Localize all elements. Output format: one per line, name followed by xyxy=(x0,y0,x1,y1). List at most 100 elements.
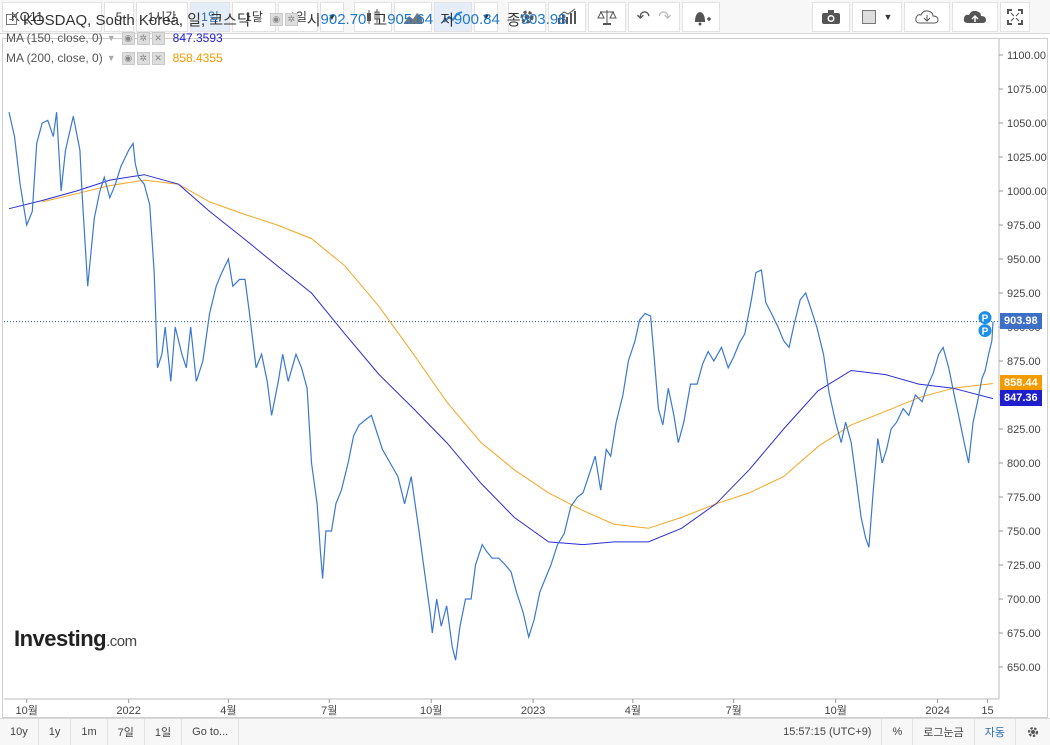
fullscreen-button[interactable] xyxy=(1000,1,1030,32)
camera-icon xyxy=(822,9,840,24)
markers: PP xyxy=(978,311,992,338)
y-tick-label: 1000.00 xyxy=(1007,186,1047,198)
scales-icon xyxy=(597,9,617,25)
y-tick-label: 725.00 xyxy=(1007,560,1041,572)
load-chart-button[interactable] xyxy=(904,1,950,32)
high-value: 905.64 xyxy=(387,11,434,28)
y-tick-label: 1050.00 xyxy=(1007,118,1047,130)
y-tick-label: 1075.00 xyxy=(1007,84,1047,96)
x-tick-label: 4월 xyxy=(625,704,641,717)
y-tick-label: 1100.00 xyxy=(1007,50,1046,62)
investing-logo: Investing.com xyxy=(14,626,137,652)
low-value: 900.84 xyxy=(453,11,500,28)
ma150-label: MA (150, close, 0) xyxy=(6,31,103,45)
fullscreen-icon xyxy=(1007,8,1023,25)
range-7d[interactable]: 7일 xyxy=(108,718,145,745)
x-tick-label: 15 xyxy=(981,705,993,717)
percent-toggle[interactable]: % xyxy=(882,718,914,745)
chevron-down-icon[interactable]: ▼ xyxy=(107,33,116,43)
gear-icon[interactable]: ✲ xyxy=(136,51,150,65)
x-tick-label: 2022 xyxy=(116,705,140,717)
price-axis: 650.00 675.00 700.00 725.00 750.00 775.00 800.… xyxy=(998,39,1047,699)
ma150-line xyxy=(8,174,994,546)
auto-scale-toggle[interactable]: 자동 xyxy=(975,718,1016,745)
collapse-icon[interactable] xyxy=(6,14,17,25)
close-value: 903.98 xyxy=(520,11,567,28)
log-scale-toggle[interactable]: 로그눈금 xyxy=(913,718,975,745)
undo-icon[interactable]: ↶ xyxy=(637,7,650,27)
clock: 15:57:15 (UTC+9) xyxy=(773,718,883,745)
y-tick-label: 825.00 xyxy=(1007,424,1041,436)
bell-add-icon xyxy=(695,11,711,25)
alert-button[interactable] xyxy=(682,1,720,32)
y-tick-label: 1025.00 xyxy=(1007,152,1047,164)
gear-icon[interactable]: ✲ xyxy=(284,13,298,26)
marker-label: P xyxy=(982,327,989,338)
last-price-tag: 903.98 xyxy=(1000,312,1042,329)
ma200-legend: MA (200, close, 0) ▼ ◉ ✲ ✕ 858.4355 xyxy=(6,51,223,65)
gear-icon xyxy=(1027,726,1039,738)
y-tick-label: 975.00 xyxy=(1007,220,1041,232)
ma150-legend: MA (150, close, 0) ▼ ◉ ✲ ✕ 847.3593 xyxy=(6,31,223,45)
ma150-price-tag: 847.36 xyxy=(1000,389,1042,406)
settings-button[interactable] xyxy=(1016,719,1050,745)
open-label: 시 xyxy=(306,12,321,29)
y-tick-label: 875.00 xyxy=(1007,356,1041,368)
chevron-down-icon[interactable]: ▼ xyxy=(107,53,116,63)
close-icon[interactable]: ✕ xyxy=(151,51,165,65)
ma200-line xyxy=(42,179,994,529)
close-label: 종 xyxy=(506,12,521,29)
y-tick-label: 925.00 xyxy=(1007,288,1041,300)
goto-button[interactable]: Go to... xyxy=(182,718,240,745)
x-tick-label: 7월 xyxy=(321,704,337,717)
logo-brand: Investing xyxy=(14,626,107,651)
save-chart-button[interactable] xyxy=(952,1,998,32)
x-tick-label: 10월 xyxy=(824,704,846,717)
eye-icon[interactable]: ◉ xyxy=(121,31,135,45)
y-tick-label: 950.00 xyxy=(1007,254,1041,266)
chevron-down-icon: ▼ xyxy=(883,11,893,22)
chevron-down-icon[interactable]: ▼ xyxy=(255,15,264,25)
y-tick-label: 750.00 xyxy=(1007,526,1041,538)
chart-app: KQ11 5 1시간 1일 1달 1일 ▼ ▼ ↶ ↷ ▼ 650.00 675… xyxy=(0,0,1050,745)
low-label: 저 xyxy=(440,12,454,29)
marker-label: P xyxy=(982,314,989,325)
legend-title: KOSDAQ, South Korea, 일, 코스닥 xyxy=(23,12,251,29)
price-chart[interactable]: 650.00 675.00 700.00 725.00 750.00 775.00 800.… xyxy=(3,39,1047,717)
ma200-price-tag: 858.44 xyxy=(1000,374,1042,391)
gear-icon[interactable]: ✲ xyxy=(136,31,150,45)
range-1m[interactable]: 1m xyxy=(71,718,108,745)
range-1y[interactable]: 1y xyxy=(39,718,72,745)
color-swatch-icon xyxy=(861,9,876,24)
cloud-upload-icon xyxy=(963,10,986,23)
open-value: 902.70 xyxy=(320,11,367,28)
chart-panel[interactable]: 650.00 675.00 700.00 725.00 750.00 775.00 800.… xyxy=(2,38,1048,718)
y-tick-label: 650.00 xyxy=(1007,662,1041,674)
x-tick-label: 7월 xyxy=(726,704,742,717)
x-tick-label: 10월 xyxy=(16,704,38,717)
ma150-value: 847.3593 xyxy=(172,31,223,45)
redo-icon[interactable]: ↷ xyxy=(658,7,671,27)
x-tick-label: 2024 xyxy=(925,705,949,717)
compare-button[interactable] xyxy=(588,1,626,32)
undo-redo-group: ↶ ↷ xyxy=(628,1,680,32)
close-icon[interactable]: ✕ xyxy=(151,31,165,45)
high-label: 고 xyxy=(373,12,388,29)
y-tick-label: 775.00 xyxy=(1007,492,1041,504)
ma200-label: MA (200, close, 0) xyxy=(6,51,103,65)
cloud-download-icon xyxy=(915,9,939,23)
time-axis: 10월 2022 4월 7월 10월 2023 4월 7월 10월 2024 15 xyxy=(4,698,999,717)
x-tick-label: 10월 xyxy=(420,704,442,717)
range-10y[interactable]: 10y xyxy=(0,718,39,745)
main-legend: KOSDAQ, South Korea, 일, 코스닥 ▼ ◉ ✲ 시 902.7… xyxy=(6,9,567,30)
ma200-value: 858.4355 xyxy=(172,51,223,65)
color-picker-button[interactable]: ▼ xyxy=(852,1,902,32)
logo-suffix: .com xyxy=(106,633,137,650)
eye-icon[interactable]: ◉ xyxy=(121,51,135,65)
bottom-bar: 10y 1y 1m 7일 1일 Go to... 15:57:15 (UTC+9… xyxy=(0,718,1050,745)
snapshot-button[interactable] xyxy=(812,1,850,32)
y-tick-label: 675.00 xyxy=(1007,628,1041,640)
range-1d[interactable]: 1일 xyxy=(145,718,183,745)
x-tick-label: 4월 xyxy=(220,704,236,717)
eye-icon[interactable]: ◉ xyxy=(269,13,283,26)
